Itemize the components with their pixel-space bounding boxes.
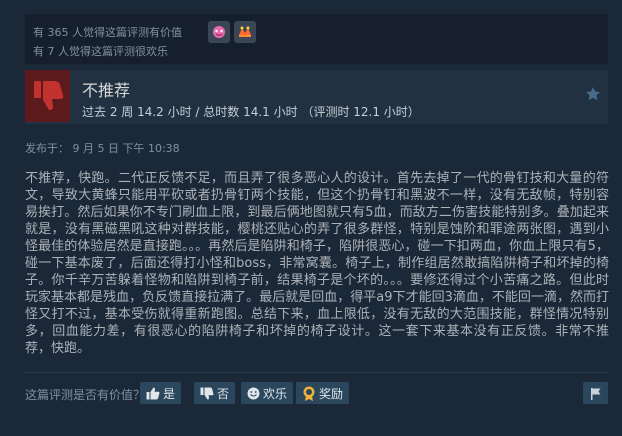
award-medal-icon	[303, 386, 315, 401]
smiley-icon	[247, 387, 260, 399]
thumbs-up-icon	[146, 387, 160, 399]
heart-eyes-award-icon[interactable]	[208, 21, 230, 43]
vote-no-label: 否	[217, 386, 230, 401]
award-label: 奖励	[319, 386, 344, 401]
helpful-count: 有 365 人觉得这篇评测有价值	[33, 26, 182, 39]
funny-count: 有 7 人觉得这篇评测很欢乐	[33, 45, 168, 58]
review-header: 不推荐 过去 2 周 14.2 小时 / 总时数 14.1 小时 （评测时 12…	[25, 70, 608, 124]
jester-award-icon[interactable]	[234, 21, 256, 43]
award-badges	[208, 21, 256, 43]
thumbs-down-icon	[25, 70, 70, 122]
flag-icon	[590, 387, 600, 400]
award-button[interactable]: 奖励	[296, 382, 350, 404]
vote-funny-label: 欢乐	[263, 386, 288, 401]
vote-yes-button[interactable]: 是	[140, 382, 182, 404]
playtime-hours: 过去 2 周 14.2 小时 / 总时数 14.1 小时 （评测时 12.1 小…	[82, 105, 420, 119]
star-icon[interactable]	[585, 86, 601, 106]
review-body: 不推荐，快跑。二代正反馈不足，而且弄了很多恶心人的设计。首先去掉了一代的骨钉技和…	[25, 171, 609, 356]
helpful-question: 这篇评测是否有价值？	[25, 388, 146, 402]
vote-no-button[interactable]: 否	[194, 382, 236, 404]
divider	[25, 372, 608, 373]
posted-date: 发布于： 9 月 5 日 下午 10:38	[25, 142, 180, 155]
vote-yes-label: 是	[163, 386, 176, 401]
thumbs-down-small-icon	[200, 387, 214, 399]
review-verdict: 不推荐	[82, 81, 131, 100]
vote-funny-button[interactable]: 欢乐	[241, 382, 294, 404]
helpful-summary: 有 365 人觉得这篇评测有价值 有 7 人觉得这篇评测很欢乐	[25, 14, 608, 64]
report-flag-button[interactable]	[583, 382, 608, 404]
